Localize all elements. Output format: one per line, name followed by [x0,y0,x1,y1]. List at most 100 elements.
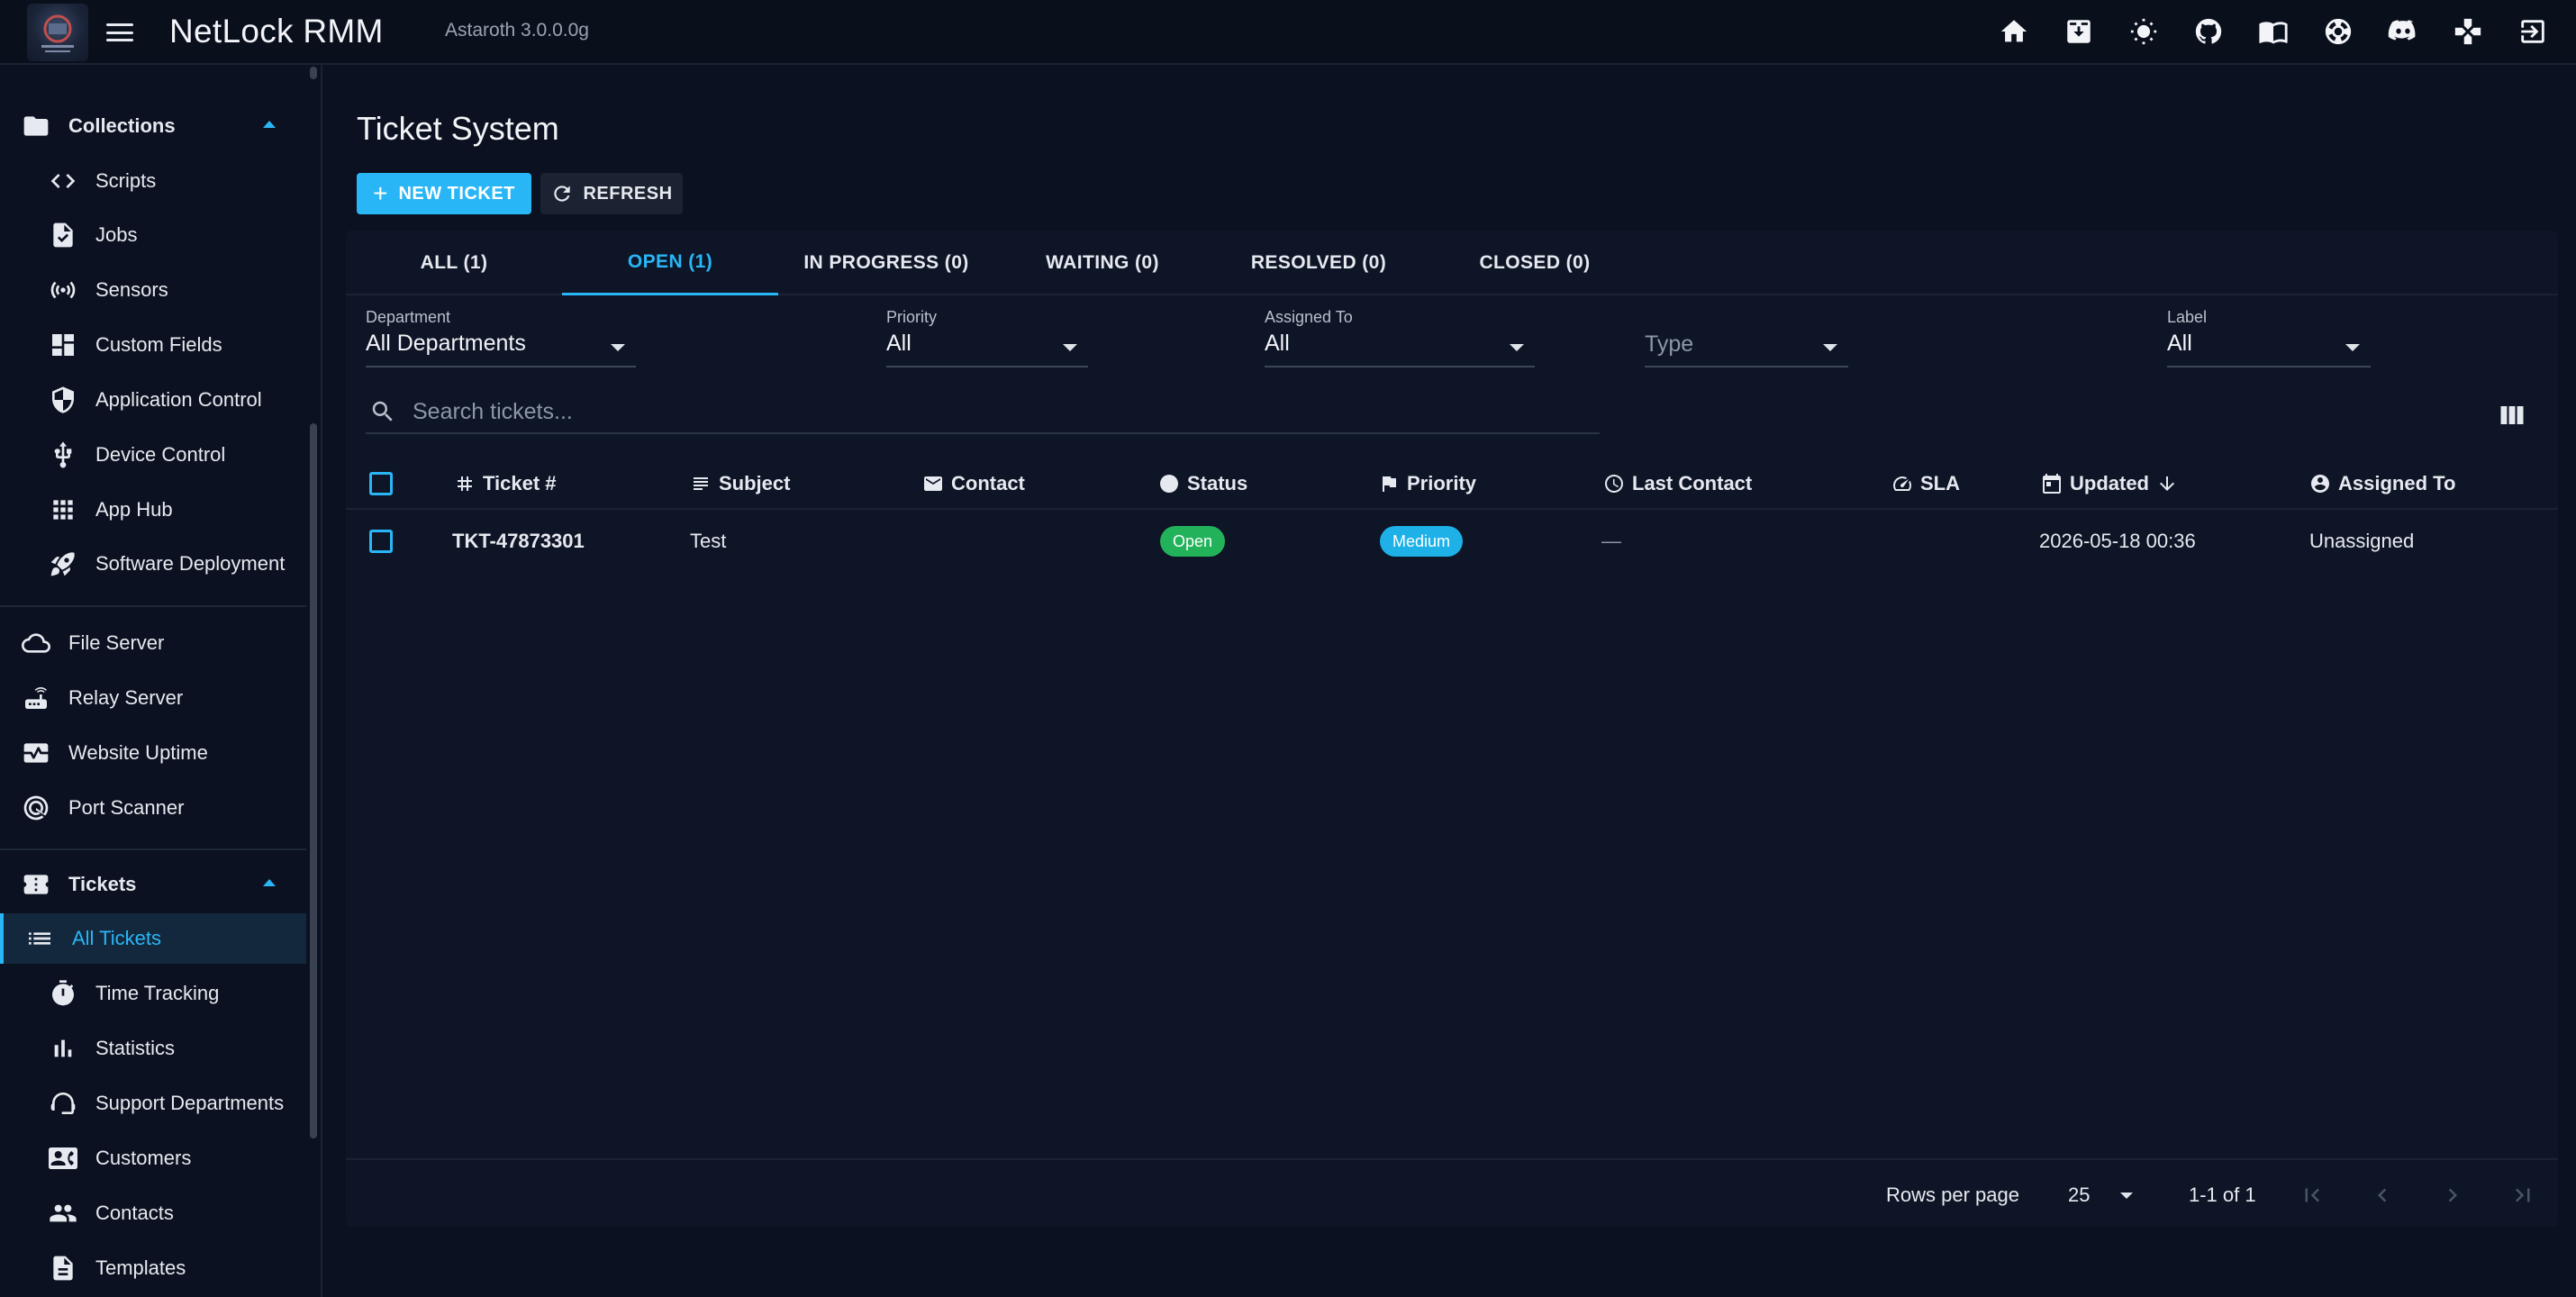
headset-icon [47,1087,79,1120]
department-label: Department [366,308,451,326]
last-page-icon[interactable] [2509,1182,2536,1209]
column-header-assigned-to[interactable]: Assigned To [2309,470,2455,497]
sidebar-scroll-arrow[interactable] [310,67,317,79]
hash-icon [458,476,472,491]
column-header-status[interactable]: Status [1158,470,1247,497]
sidebar-item-label: Statistics [95,1037,176,1059]
sidebar-group-tickets[interactable]: Tickets [0,859,306,910]
previous-page-icon[interactable] [2369,1182,2396,1209]
column-header-label: Subject [719,472,791,494]
tab-waiting[interactable]: WAITING (0) [994,231,1211,295]
pagination-range: 1-1 of 1 [2189,1184,2256,1206]
sidebar-item-customers[interactable]: Customers [0,1133,306,1184]
ticket-number[interactable]: TKT-47873301 [452,530,585,553]
department-select[interactable]: Department All Departments [366,308,636,367]
sidebar-item-sensors[interactable]: Sensors [0,265,306,315]
table-header: Ticket # Subject Contact Status Priority… [346,458,2558,510]
logout-icon[interactable] [2517,14,2549,49]
tab-open[interactable]: OPEN (1) [562,231,778,295]
priority-badge: Medium [1380,526,1464,557]
search-input[interactable]: Search tickets... [366,391,1600,434]
sidebar-item-all-tickets[interactable]: All Tickets [0,913,306,964]
column-header-contact[interactable]: Contact [922,470,1025,497]
sidebar-item-website-uptime[interactable]: Website Uptime [0,728,306,778]
github-icon[interactable] [2192,14,2225,49]
sidebar-item-custom-fields[interactable]: Custom Fields [0,320,306,370]
column-header-last-contact[interactable]: Last Contact [1603,470,1752,497]
column-header-subject[interactable]: Subject [690,470,790,497]
sidebar-group-label: Tickets [68,873,137,895]
sort-descending-icon[interactable] [2156,473,2178,494]
type-select[interactable]: Type [1645,308,1848,367]
sidebar-item-software-deployment[interactable]: Software Deployment [0,539,306,589]
label-select[interactable]: Label All [2167,308,2371,367]
timer-icon [47,977,79,1010]
sidebar-item-jobs[interactable]: Jobs [0,210,306,260]
list-icon [23,922,56,955]
tab-in-progress[interactable]: IN PROGRESS (0) [778,231,994,295]
logo-emblem-icon [41,14,74,52]
table-row[interactable]: TKT-47873301 Test Open Medium — 2026-05-… [346,512,2558,569]
sidebar-item-templates[interactable]: Templates [0,1243,306,1293]
sidebar-item-port-scanner[interactable]: Port Scanner [0,783,306,833]
new-ticket-button[interactable]: + NEW TICKET [357,173,531,214]
search-placeholder: Search tickets... [413,398,573,424]
sidebar-item-device-control[interactable]: Device Control [0,430,306,480]
docs-book-icon[interactable] [2257,14,2290,49]
sidebar-item-relay-server[interactable]: Relay Server [0,673,306,723]
column-header-sla[interactable]: SLA [1891,470,1960,497]
ticket-icon [20,868,52,901]
discord-icon[interactable] [2387,14,2419,49]
collapse-caret-icon[interactable] [263,121,276,128]
first-page-icon[interactable] [2299,1182,2326,1209]
sidebar-item-contacts[interactable]: Contacts [0,1188,306,1238]
rows-per-page-select[interactable]: 25 [2068,1184,2090,1207]
last-contact-value: — [1601,530,1621,552]
gamepad-icon[interactable] [2452,14,2484,49]
tab-resolved[interactable]: RESOLVED (0) [1211,231,1427,295]
sidebar-item-application-control[interactable]: Application Control [0,375,306,425]
dashboard-icon [47,329,79,361]
dropdown-arrow-icon [2345,344,2360,351]
column-header-ticket[interactable]: Ticket # [454,470,557,497]
app-version: Astaroth 3.0.0.0g [445,20,589,41]
sidebar-item-support-departments[interactable]: Support Departments [0,1078,306,1129]
next-page-icon[interactable] [2439,1182,2466,1209]
home-icon[interactable] [1998,14,2030,49]
sidebar: Collections Scripts Jobs Sensors Custom … [0,65,322,1297]
column-header-updated[interactable]: Updated [2041,470,2178,497]
column-header-label: Contact [951,472,1025,494]
sidebar-item-time-tracking[interactable]: Time Tracking [0,968,306,1019]
download-icon[interactable] [2063,14,2095,49]
sidebar-item-label: Jobs [95,223,138,246]
tab-all[interactable]: ALL (1) [346,231,562,295]
sidebar-item-statistics[interactable]: Statistics [0,1023,306,1074]
sidebar-item-file-server[interactable]: File Server [0,618,306,668]
select-all-checkbox[interactable] [369,472,393,495]
assigned-to-select[interactable]: Assigned To All [1265,308,1535,367]
sidebar-item-scripts[interactable]: Scripts [0,156,306,206]
radar-icon [20,792,52,824]
tab-closed[interactable]: CLOSED (0) [1427,231,1643,295]
subject-lines-icon [694,477,708,490]
page-title: Ticket System [357,110,559,147]
sidebar-item-app-hub[interactable]: App Hub [0,485,306,535]
column-header-priority[interactable]: Priority [1378,470,1476,497]
collapse-caret-icon[interactable] [263,879,276,886]
top-app-bar: NetLock RMM Astaroth 3.0.0.0g [0,0,2576,65]
dropdown-arrow-icon[interactable] [2120,1193,2133,1199]
row-checkbox[interactable] [369,530,393,553]
new-ticket-label: NEW TICKET [398,183,515,204]
file-check-icon [47,219,79,251]
shield-icon [47,384,79,416]
sidebar-item-label: Relay Server [68,686,184,709]
column-chooser-icon[interactable] [2499,404,2526,427]
priority-select[interactable]: Priority All [886,308,1088,367]
plus-icon: + [373,179,388,207]
hamburger-menu-button[interactable] [104,18,135,47]
support-lifebuoy-icon[interactable] [2322,14,2354,49]
sidebar-group-collections[interactable]: Collections [0,101,306,151]
theme-toggle-icon[interactable] [2127,14,2160,49]
refresh-button[interactable]: REFRESH [540,173,683,214]
sidebar-scrollbar[interactable] [310,423,317,1138]
